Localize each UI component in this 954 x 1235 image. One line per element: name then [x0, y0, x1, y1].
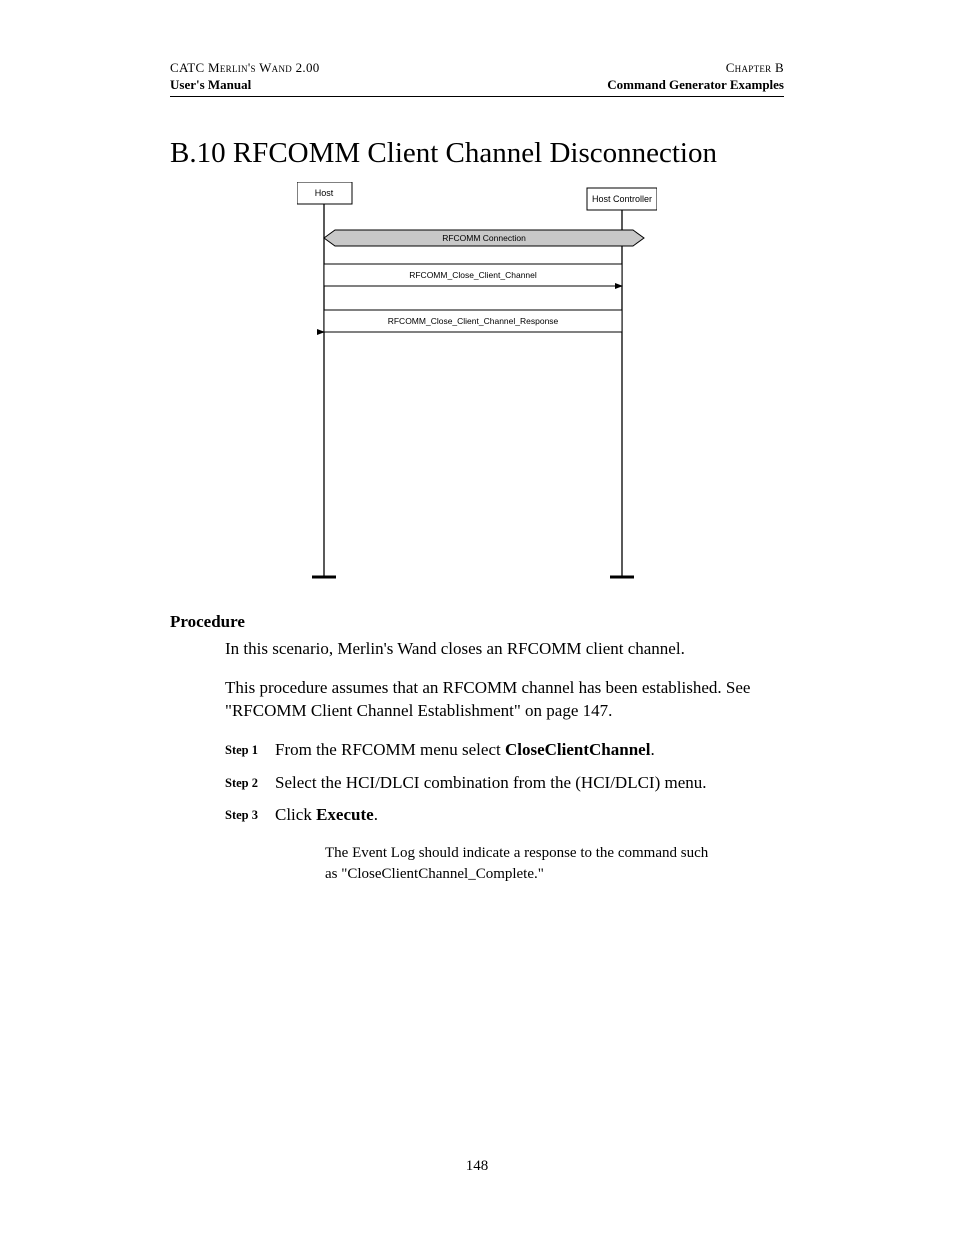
header-left-bottom: User's Manual: [170, 77, 251, 94]
rfcomm-connection-label: RFCOMM Connection: [442, 233, 526, 243]
section-title: B.10 RFCOMM Client Channel Disconnection: [170, 137, 784, 170]
step-label: Step 1: [225, 739, 275, 758]
procedure-steps: Step 1 From the RFCOMM menu select Close…: [225, 739, 784, 828]
msg2-label: RFCOMM_Close_Client_Channel_Response: [388, 316, 559, 326]
step-text: From the RFCOMM menu select CloseClientC…: [275, 739, 655, 762]
step-text: Click Execute.: [275, 804, 378, 827]
step-label: Step 3: [225, 804, 275, 823]
intro-paragraph-1: In this scenario, Merlin's Wand closes a…: [225, 638, 784, 661]
step-row: Step 1 From the RFCOMM menu select Close…: [225, 739, 784, 762]
header-left-top: CATC Merlin's Wand 2.00: [170, 60, 320, 77]
host-label: Host: [315, 188, 334, 198]
result-note: The Event Log should indicate a response…: [325, 843, 715, 884]
procedure-heading: Procedure: [170, 612, 784, 632]
intro-paragraph-2: This procedure assumes that an RFCOMM ch…: [225, 677, 784, 723]
host-controller-label: Host Controller: [592, 194, 652, 204]
step-text: Select the HCI/DLCI combination from the…: [275, 772, 707, 795]
msg1-label: RFCOMM_Close_Client_Channel: [409, 270, 537, 280]
step-label: Step 2: [225, 772, 275, 791]
step-row: Step 3 Click Execute.: [225, 804, 784, 827]
header-right-top: Chapter B: [726, 60, 784, 77]
sequence-diagram: Host Host Controller RFCOMM Connection R…: [170, 182, 784, 582]
header-right-bottom: Command Generator Examples: [607, 77, 784, 94]
step-row: Step 2 Select the HCI/DLCI combination f…: [225, 772, 784, 795]
page-header: CATC Merlin's Wand 2.00 Chapter B User's…: [170, 60, 784, 97]
page-number: 148: [0, 1158, 954, 1175]
